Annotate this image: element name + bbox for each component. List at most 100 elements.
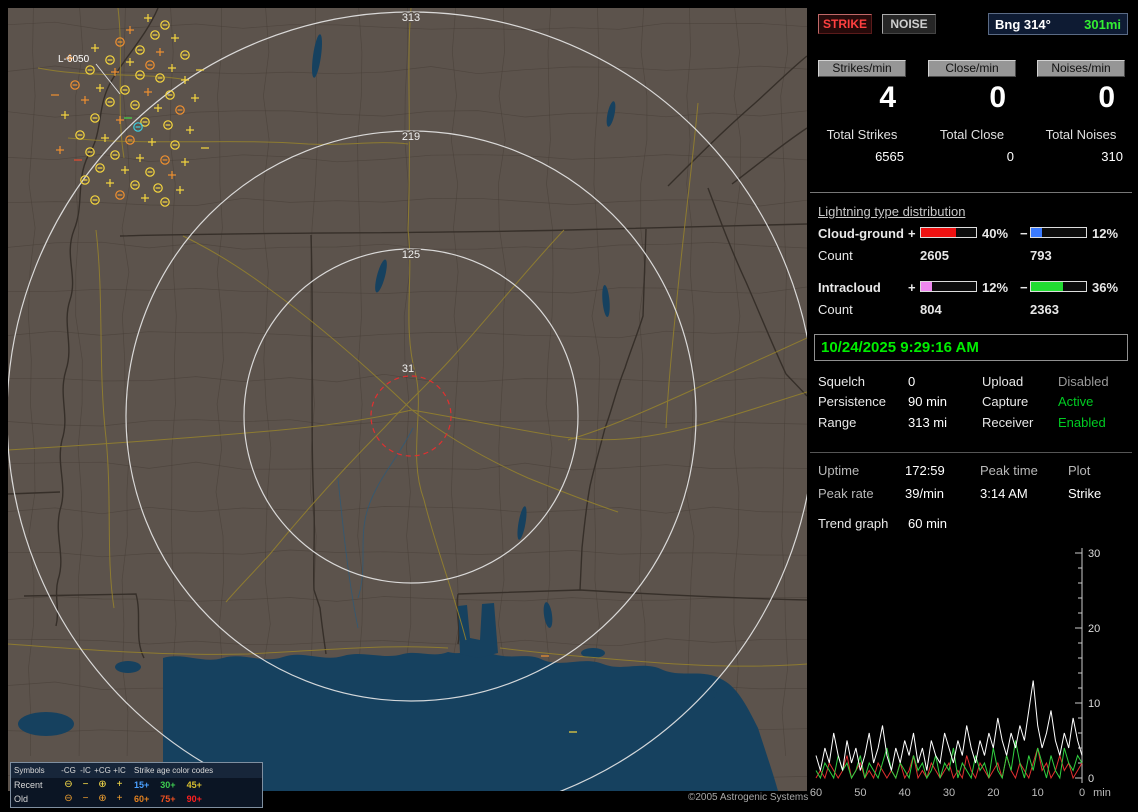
noises-per-min-chip: Noises/min <box>1037 60 1125 77</box>
trend-graph-plot: 30201006050403020100min <box>810 538 1132 805</box>
ic-plus-pct: 12% <box>982 280 1008 295</box>
age-30: 30+ <box>160 780 175 790</box>
map-svg: 313 219 125 31 L-6050 <box>8 8 807 791</box>
close-stat-column: Close/min 0 Total Close 0 <box>928 60 1016 164</box>
legend-col-neg-cg: -CG <box>60 766 77 776</box>
capture-value: Active <box>1058 394 1093 409</box>
session-row-1: Uptime 172:59 Peak time Plot <box>810 463 1132 478</box>
ring-label-313: 313 <box>402 12 420 24</box>
status-row-persistence: Persistence 90 min Capture Active <box>810 394 1132 409</box>
squelch-label: Squelch <box>818 374 865 389</box>
ic-minus-count: 2363 <box>1030 302 1059 317</box>
minus-sign: − <box>1020 280 1028 295</box>
circle-minus-icon: ⊖ <box>60 794 77 804</box>
close-per-min-value: 0 <box>928 81 1016 115</box>
session-row-2: Peak rate 39/min 3:14 AM Strike <box>810 486 1132 501</box>
peak-time-value: 3:14 AM <box>980 486 1028 501</box>
svg-text:min: min <box>1093 787 1111 799</box>
minus-icon: − <box>77 780 94 790</box>
noise-toggle-button[interactable]: NOISE <box>882 14 936 34</box>
section-divider <box>810 192 1132 193</box>
legend-age-title: Strike age color codes <box>128 766 262 775</box>
persistence-label: Persistence <box>818 394 886 409</box>
age-45: 45+ <box>187 780 202 790</box>
strikes-per-min-chip: Strikes/min <box>818 60 906 77</box>
peak-rate-label: Peak rate <box>818 486 874 501</box>
storm-cell-id: L-6050 <box>58 54 90 65</box>
svg-text:20: 20 <box>1088 623 1100 635</box>
minus-sign: − <box>1020 226 1028 241</box>
trend-graph-label: Trend graph <box>818 516 888 531</box>
datetime-display: 10/24/2025 9:29:16 AM <box>814 334 1128 361</box>
plus-icon: + <box>111 794 128 804</box>
svg-text:0: 0 <box>1079 787 1085 799</box>
strikes-stat-column: Strikes/min 4 Total Strikes 6565 <box>818 60 906 164</box>
total-noises-value: 310 <box>1037 149 1125 164</box>
ring-label-31: 31 <box>402 363 414 375</box>
count-label: Count <box>818 302 853 317</box>
trend-window-value: 60 min <box>908 516 947 531</box>
plot-label: Plot <box>1068 463 1090 478</box>
section-divider <box>810 452 1132 453</box>
cg-plus-bar <box>920 227 977 238</box>
intracloud-counts: Count 804 2363 <box>810 302 1132 317</box>
uptime-label: Uptime <box>818 463 859 478</box>
age-60: 60+ <box>134 794 149 804</box>
ic-minus-bar <box>1030 281 1087 292</box>
svg-text:0: 0 <box>1088 773 1094 785</box>
upload-label: Upload <box>982 374 1023 389</box>
svg-text:10: 10 <box>1088 698 1100 710</box>
capture-label: Capture <box>982 394 1028 409</box>
cg-minus-pct: 12% <box>1092 226 1118 241</box>
plus-icon: + <box>111 780 128 790</box>
ring-label-219: 219 <box>402 131 420 143</box>
circle-plus-icon: ⊕ <box>94 780 111 790</box>
count-label: Count <box>818 248 853 263</box>
legend-recent-label: Recent <box>14 780 60 790</box>
svg-text:10: 10 <box>1032 787 1044 799</box>
distribution-title: Lightning type distribution <box>818 204 965 219</box>
total-noises-label: Total Noises <box>1037 127 1125 142</box>
cloud-ground-counts: Count 2605 793 <box>810 248 1132 263</box>
cg-minus-count: 793 <box>1030 248 1052 263</box>
total-strikes-label: Total Strikes <box>818 127 906 142</box>
age-90: 90+ <box>187 794 202 804</box>
strike-toggle-button[interactable]: STRIKE <box>818 14 872 34</box>
svg-text:40: 40 <box>899 787 911 799</box>
range-label: Range <box>818 415 856 430</box>
circle-minus-icon: ⊖ <box>60 780 77 790</box>
legend-old-label: Old <box>14 794 60 804</box>
ic-plus-count: 804 <box>920 302 942 317</box>
persistence-value: 90 min <box>908 394 947 409</box>
upload-value: Disabled <box>1058 374 1109 389</box>
total-close-label: Total Close <box>928 127 1016 142</box>
copyright-text: ©2005 Astrogenic Systems <box>688 792 808 803</box>
noises-stat-column: Noises/min 0 Total Noises 310 <box>1037 60 1125 164</box>
peak-time-label: Peak time <box>980 463 1038 478</box>
total-strikes-value: 6565 <box>818 149 906 164</box>
ring-label-125: 125 <box>402 249 420 261</box>
svg-text:30: 30 <box>943 787 955 799</box>
ic-minus-pct: 36% <box>1092 280 1118 295</box>
plus-sign: + <box>908 226 916 241</box>
trend-graph-row: Trend graph 60 min <box>810 516 1132 531</box>
range-value: 313 mi <box>908 415 947 430</box>
svg-text:20: 20 <box>987 787 999 799</box>
squelch-value: 0 <box>908 374 915 389</box>
plot-mode-value: Strike <box>1068 486 1101 501</box>
bearing-value: Bng 314° <box>995 17 1051 32</box>
cg-plus-count: 2605 <box>920 248 949 263</box>
cloud-ground-row: Cloud-ground + 40% − 12% <box>810 226 1132 241</box>
status-row-range: Range 313 mi Receiver Enabled <box>810 415 1132 430</box>
uptime-value: 172:59 <box>905 463 945 478</box>
strike-legend: Symbols -CG -IC +CG +IC Strike age color… <box>10 762 263 808</box>
status-row-squelch: Squelch 0 Upload Disabled <box>810 374 1132 389</box>
circle-plus-icon: ⊕ <box>94 794 111 804</box>
control-panel: STRIKE NOISE Bng 314° 301mi Strikes/min … <box>810 8 1132 805</box>
receiver-value: Enabled <box>1058 415 1106 430</box>
legend-symbols-header: Symbols <box>14 766 60 775</box>
peak-rate-value: 39/min <box>905 486 944 501</box>
map-view[interactable]: 313 219 125 31 L-6050 <box>8 8 807 791</box>
strikes-per-min-value: 4 <box>818 81 906 115</box>
cg-plus-pct: 40% <box>982 226 1008 241</box>
